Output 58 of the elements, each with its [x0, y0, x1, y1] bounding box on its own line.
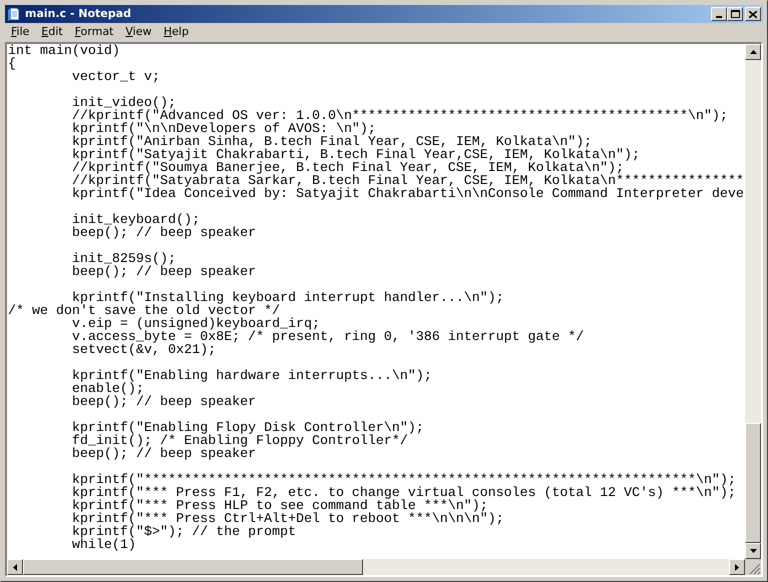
scroll-thumb[interactable] [745, 423, 761, 543]
code-line: init_keyboard(); [71, 214, 200, 227]
code-line: kprintf("Idea Conceived by: Satyajit Chakrabarti\n\nConsole Command Interpreter deve [71, 188, 744, 201]
code-line: while(1) [71, 539, 136, 552]
code-line: //kprintf("Satyabrata Sarkar, B.tech Final Year, CSE, IEM, Kolkata\n**************** [71, 175, 744, 188]
close-button[interactable] [745, 7, 761, 21]
code-line: kprintf("\n\nDevelopers of AVOS: \n"); [71, 123, 376, 136]
scroll-left-button[interactable] [7, 559, 23, 575]
menu-item[interactable]: Format [68, 24, 120, 41]
code-line: /* we don't save the old vector */ [8, 305, 280, 318]
code-line: kprintf("Installing keyboard interrupt handler...\n"); [72, 292, 504, 305]
code-line: int main(void) [8, 45, 120, 58]
code-line: setvect(&v, 0x21); [71, 344, 216, 357]
up-arrow-icon [750, 50, 756, 54]
code-line: kprintf("$>"); // the prompt [71, 526, 296, 539]
code-line: enable(); [71, 383, 144, 396]
code-line: v.access_byte = 0x8E; /* present, ring 0, '386 interrupt gate */ [71, 331, 584, 344]
code-line: //kprintf("Soumya Banerjee, B.tech Final Year, CSE, IEM, Kolkata\n"); [71, 162, 624, 175]
code-line: kprintf("Anirban Sinha, B.tech Final Year, CSE, IEM, Kolkata\n"); [71, 136, 592, 149]
horizontal-scrollbar[interactable] [7, 559, 745, 575]
menu-item[interactable]: Edit [35, 24, 69, 41]
vertical-scrollbar[interactable] [745, 44, 761, 559]
code-line: { [8, 58, 16, 71]
code-line: kprintf("*** Press Ctrl+Alt+Del to reboot ***\n\n\n"); [71, 513, 504, 526]
code-line: v.eip = (unsigned)keyboard_irq; [71, 318, 320, 331]
left-arrow-icon [13, 564, 17, 570]
menu-item[interactable]: Help [158, 24, 195, 41]
scroll-up-button[interactable] [745, 44, 761, 60]
code-line: beep(); // beep speaker [71, 448, 256, 461]
minimize-icon [716, 16, 722, 18]
code-line: kprintf("*** Press F1, F2, etc. to change virtual consoles (total 12 VC's) ***\n"); [71, 487, 736, 500]
code-line: init_video(); [71, 97, 176, 110]
menu-item[interactable]: View [120, 24, 158, 41]
code-line: kprintf("*** Press HLP to see command table ***\n"); [71, 500, 488, 513]
code-line: kprintf("Enabling Flopy Disk Controller\n"); [71, 422, 424, 435]
window-title: main.c - Notepad [25, 6, 132, 22]
code-line: beep(); // beep speaker [71, 227, 256, 240]
code-line: init_8259s(); [71, 253, 176, 266]
code-line: kprintf("Satyajit Chakrabarti, B.tech Final Year,CSE, IEM, Kolkata\n"); [71, 149, 640, 162]
code-line: kprintf("Enabling hardware interrupts...\n"); [71, 370, 432, 383]
code-line: fd_init(); /* Enabling Floppy Controller*/ [71, 435, 408, 448]
code-line: kprintf("*********************************************************************\n"); [71, 474, 736, 487]
down-arrow-icon [750, 549, 756, 553]
menu-item[interactable]: File [5, 24, 36, 41]
scroll-down-button[interactable] [745, 543, 761, 559]
code-line: beep(); // beep speaker [71, 266, 256, 279]
code-line: //kprintf("Advanced OS ver: 1.0.0\n******************************************\n"); [71, 110, 728, 123]
size-grip-icon[interactable] [749, 563, 761, 575]
scroll-right-button[interactable] [729, 559, 745, 575]
close-icon [749, 10, 757, 18]
maximize-button[interactable] [727, 7, 743, 21]
scroll-thumb[interactable] [23, 559, 363, 575]
minimize-button[interactable] [711, 7, 727, 21]
code-line: beep(); // beep speaker [71, 396, 256, 409]
maximize-icon [730, 10, 740, 18]
right-arrow-icon [735, 564, 739, 570]
code-line: vector_t v; [71, 71, 160, 84]
notepad-icon [7, 7, 21, 21]
